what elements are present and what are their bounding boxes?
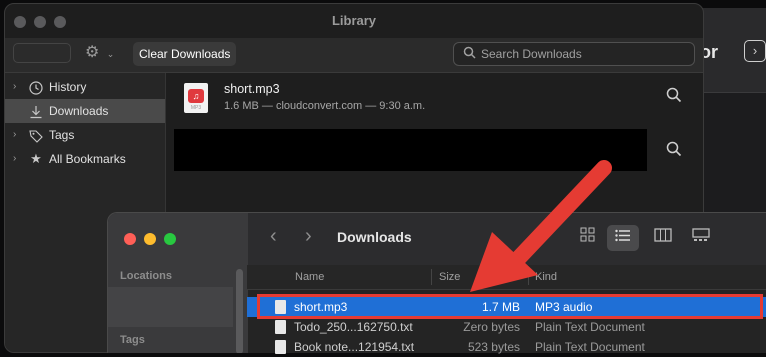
- column-view-icon[interactable]: [647, 225, 679, 251]
- download-name: short.mp3: [224, 82, 280, 96]
- download-item[interactable]: ♫ MP3 short.mp3 1.6 MB — cloudconvert.co…: [166, 73, 703, 129]
- chevron-right-icon[interactable]: ›: [13, 75, 16, 99]
- sidebar-item-label: All Bookmarks: [49, 152, 126, 166]
- redacted-block: [174, 129, 647, 171]
- sidebar-toggle-icon[interactable]: ›: [744, 40, 766, 62]
- forward-icon[interactable]: ›: [305, 225, 312, 248]
- finder-sidebar: Locations Tags: [108, 213, 248, 353]
- file-row[interactable]: Todo_250...162750.txt Zero bytes Plain T…: [247, 317, 766, 337]
- library-toolbar: ⚙ ⌄ Clear Downloads Search Downloads: [5, 38, 703, 73]
- selection-highlight-box: [257, 294, 763, 319]
- gallery-view-icon[interactable]: [685, 225, 717, 251]
- file-size: 523 bytes: [467, 340, 520, 354]
- column-divider[interactable]: [528, 269, 529, 285]
- file-kind: Plain Text Document: [535, 340, 645, 354]
- sidebar-item-downloads[interactable]: Downloads: [5, 99, 165, 123]
- list-view-icon[interactable]: [607, 225, 639, 251]
- show-in-finder-icon[interactable]: [666, 87, 682, 108]
- column-name-header[interactable]: Name: [295, 271, 324, 283]
- file-size: Zero bytes: [463, 320, 520, 334]
- gear-menu-button[interactable]: ⚙ ⌄: [85, 41, 125, 65]
- sidebar-section-locations: Locations: [120, 270, 172, 282]
- sidebar-item-label: History: [49, 80, 87, 94]
- file-name: Book note...121954.txt: [294, 340, 415, 354]
- back-icon[interactable]: ‹: [270, 225, 277, 248]
- window-title: Library: [331, 13, 377, 28]
- download-icon: [27, 99, 45, 123]
- sidebar-scrollbar[interactable]: [236, 269, 243, 353]
- mp3-file-icon: ♫ MP3: [184, 83, 208, 113]
- sidebar-item-tags[interactable]: › Tags: [5, 123, 165, 147]
- file-icon: [275, 320, 286, 334]
- chevron-right-icon[interactable]: ›: [13, 123, 16, 147]
- chevron-down-icon: ⌄: [106, 49, 115, 59]
- file-kind: Plain Text Document: [535, 320, 645, 334]
- chevron-right-icon[interactable]: ›: [13, 147, 16, 171]
- back-forward-buttons[interactable]: [13, 43, 71, 63]
- column-kind-header[interactable]: Kind: [535, 271, 557, 283]
- search-downloads-input[interactable]: Search Downloads: [453, 42, 695, 66]
- sidebar-item-history[interactable]: › History: [5, 75, 165, 99]
- sidebar-location-item[interactable]: [108, 287, 233, 327]
- close-window-button[interactable]: [124, 233, 136, 245]
- sidebar-item-all-bookmarks[interactable]: › ★ All Bookmarks: [5, 147, 165, 171]
- minimize-window-button[interactable]: [144, 233, 156, 245]
- clear-downloads-button[interactable]: Clear Downloads: [133, 42, 237, 66]
- finder-toolbar: ‹ › Downloads: [248, 213, 766, 266]
- finder-title: Downloads: [337, 229, 412, 245]
- show-in-finder-icon[interactable]: [666, 141, 682, 162]
- column-divider[interactable]: [431, 269, 432, 285]
- sidebar-item-label: Downloads: [49, 104, 109, 118]
- search-placeholder: Search Downloads: [481, 47, 582, 61]
- tag-icon: [27, 123, 45, 147]
- gear-icon: ⚙: [85, 44, 100, 61]
- zoom-window-button[interactable]: [164, 233, 176, 245]
- sidebar-item-label: Tags: [49, 128, 75, 142]
- file-extension-label: MP3: [190, 105, 202, 111]
- column-size-header[interactable]: Size: [439, 271, 460, 283]
- download-meta: 1.6 MB — cloudconvert.com — 9:30 a.m.: [224, 100, 426, 112]
- file-row[interactable]: Book note...121954.txt 523 bytes Plain T…: [247, 337, 766, 357]
- sidebar-section-tags: Tags: [120, 334, 145, 346]
- icon-view-icon[interactable]: [571, 225, 603, 251]
- clock-icon: [27, 75, 45, 99]
- file-name: Todo_250...162750.txt: [294, 320, 413, 334]
- search-icon: [463, 46, 476, 62]
- star-icon: ★: [30, 151, 42, 166]
- music-note-icon: ♫: [188, 89, 204, 103]
- file-icon: [275, 340, 286, 354]
- column-header: Name Size Kind: [247, 265, 766, 290]
